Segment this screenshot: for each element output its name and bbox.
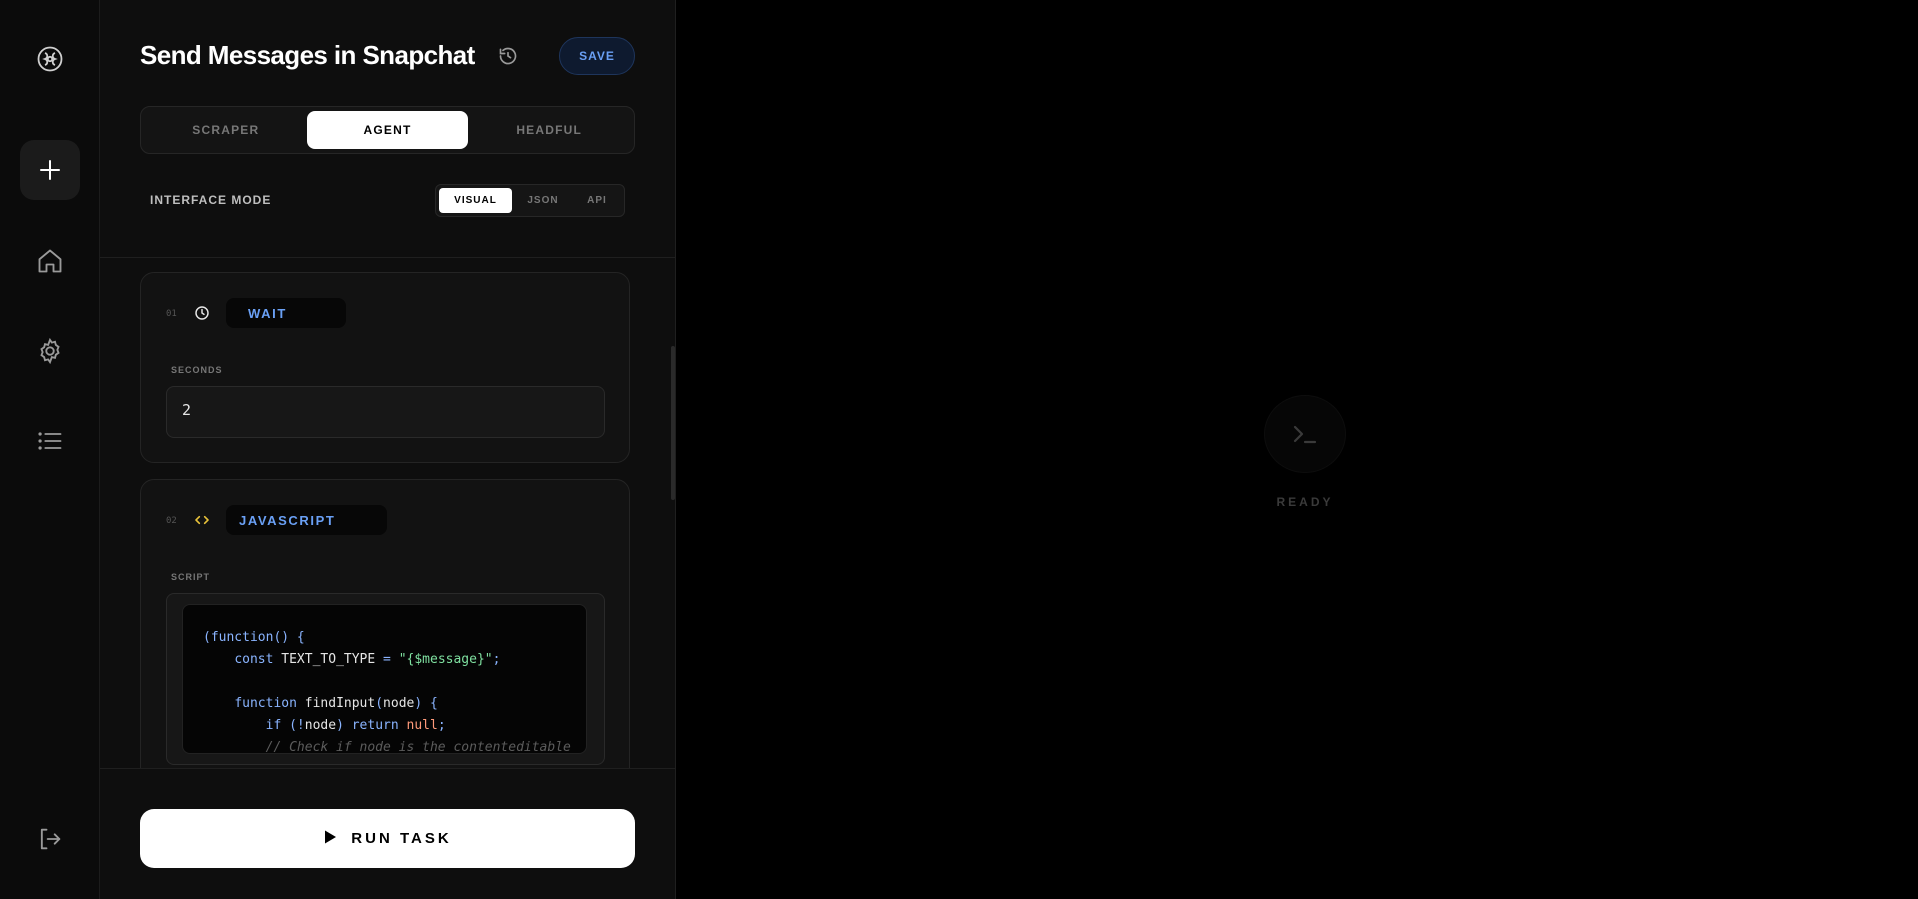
code-token: function <box>210 630 274 645</box>
mode-api[interactable]: API <box>574 188 620 213</box>
step-card-javascript: 02 JAVASCRIPT SCRIPT (function() { const… <box>140 479 630 768</box>
play-icon <box>323 829 337 849</box>
field-label-seconds: SECONDS <box>171 365 223 375</box>
terminal-icon <box>1265 396 1345 472</box>
tab-agent[interactable]: AGENT <box>306 111 469 149</box>
mode-json[interactable]: JSON <box>512 188 574 213</box>
history-icon[interactable] <box>498 46 518 66</box>
add-task-button[interactable] <box>20 140 80 200</box>
run-task-button[interactable]: RUN TASK <box>140 809 635 868</box>
tab-scraper[interactable]: SCRAPER <box>145 111 307 149</box>
home-icon[interactable] <box>33 244 67 278</box>
steps-list[interactable]: 01 WAIT SECONDS 2 02 JAVASCRIPT SCRIPT (… <box>100 258 676 768</box>
page-title: Send Messages in Snapchat <box>140 40 475 70</box>
step-number: 02 <box>166 516 177 526</box>
code-line: // Check if node is the contenteditable <box>203 740 571 754</box>
code-line: (function() { <box>203 630 305 645</box>
code-block[interactable]: (function() { const TEXT_TO_TYPE = "{$me… <box>182 604 587 754</box>
tab-headful[interactable]: HEADFUL <box>468 111 630 149</box>
step-card-wait: 01 WAIT SECONDS 2 <box>140 272 630 463</box>
step-type-badge[interactable]: WAIT <box>226 298 346 328</box>
settings-icon[interactable] <box>33 334 67 368</box>
list-icon[interactable] <box>33 424 67 458</box>
code-line: if (!node) return null; <box>265 718 446 733</box>
task-type-tabs: SCRAPER AGENT HEADFUL <box>140 106 635 154</box>
seconds-input[interactable]: 2 <box>166 386 605 438</box>
script-editor[interactable]: (function() { const TEXT_TO_TYPE = "{$me… <box>166 593 605 765</box>
logo-icon[interactable] <box>33 42 67 76</box>
run-task-label: RUN TASK <box>351 830 452 847</box>
code-icon <box>193 511 211 529</box>
field-label-script: SCRIPT <box>171 572 211 582</box>
logout-icon[interactable] <box>33 822 67 856</box>
clock-icon <box>193 304 211 322</box>
step-number: 01 <box>166 309 177 319</box>
mode-visual[interactable]: VISUAL <box>439 188 512 213</box>
status-text: READY <box>1276 495 1334 509</box>
interface-mode-label: INTERFACE MODE <box>150 193 272 207</box>
scrollbar-thumb[interactable] <box>671 346 675 500</box>
code-line: function findInput(node) { <box>234 696 438 711</box>
icon-rail <box>0 0 100 899</box>
interface-mode-toggle: VISUAL JSON API <box>435 184 625 217</box>
task-editor-panel: Send Messages in Snapchat SAVE SCRAPER A… <box>100 0 676 899</box>
save-button[interactable]: SAVE <box>559 37 635 75</box>
step-type-badge[interactable]: JAVASCRIPT <box>226 505 387 535</box>
divider <box>100 768 676 769</box>
code-line: const TEXT_TO_TYPE = "{$message}"; <box>234 652 501 667</box>
